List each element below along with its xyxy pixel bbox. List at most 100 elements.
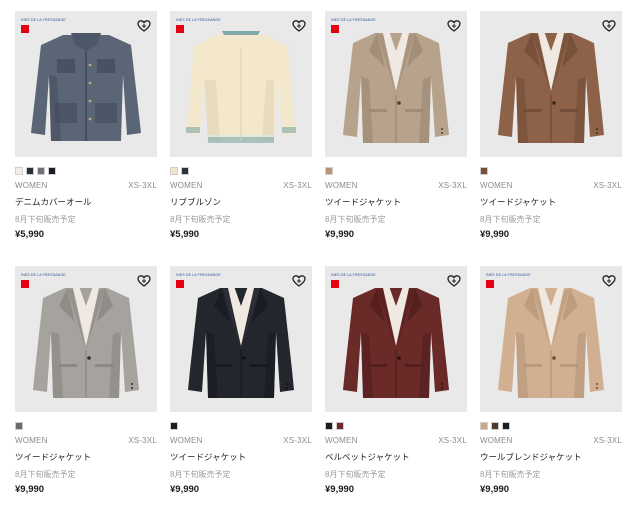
product-card[interactable]: INES DE LA FRESSANGE WOMEN XS-3XL ツイードジャケット…: [325, 11, 467, 257]
size-range: XS-3XL: [593, 436, 622, 445]
gender-label: WOMEN: [170, 181, 203, 190]
product-photo[interactable]: INES DE LA FRESSANGE: [170, 11, 312, 157]
color-swatch-list: [170, 422, 178, 430]
product-card[interactable]: INES DE LA FRESSANGE WOMEN XS-3XL ベルベットジャケッ…: [325, 266, 467, 512]
color-swatch[interactable]: [37, 167, 45, 175]
collab-brand-text: INES DE LA FRESSANGE: [331, 18, 376, 22]
product-card[interactable]: INES DE LA FRESSANGE WOMEN XS-3XL リブブルゾン 8月下…: [170, 11, 312, 257]
color-swatch[interactable]: [15, 167, 23, 175]
availability-note: 8月下旬販売予定: [480, 470, 541, 479]
color-swatch[interactable]: [170, 422, 178, 430]
uniqlo-logo-icon: [21, 25, 29, 33]
availability-note: 8月下旬販売予定: [325, 470, 386, 479]
heart-icon[interactable]: [447, 274, 461, 288]
collab-brand-text: INES DE LA FRESSANGE: [486, 273, 531, 277]
collab-logo-badge: INES DE LA FRESSANGE: [486, 273, 531, 289]
product-photo[interactable]: INES DE LA FRESSANGE: [15, 11, 157, 157]
product-photo[interactable]: INES DE LA FRESSANGE: [325, 11, 467, 157]
uniqlo-logo-icon: [486, 280, 494, 288]
availability-note: 8月下旬販売予定: [170, 215, 231, 224]
product-image[interactable]: [480, 11, 622, 157]
color-swatch[interactable]: [26, 167, 34, 175]
color-swatch[interactable]: [325, 422, 333, 430]
gender-label: WOMEN: [325, 181, 358, 190]
size-range: XS-3XL: [593, 181, 622, 190]
product-photo[interactable]: INES DE LA FRESSANGE: [170, 266, 312, 412]
collab-logo-badge: INES DE LA FRESSANGE: [331, 273, 376, 289]
color-swatch-list: [325, 167, 333, 175]
color-swatch-list: [480, 422, 510, 430]
gender-label: WOMEN: [15, 181, 48, 190]
uniqlo-logo-icon: [21, 280, 29, 288]
availability-note: 8月下旬販売予定: [170, 470, 231, 479]
color-swatch[interactable]: [15, 422, 23, 430]
product-card[interactable]: INES DE LA FRESSANGE WOMEN XS-3XL ツイードジャケット…: [15, 266, 157, 512]
heart-icon[interactable]: [602, 274, 616, 288]
product-grid: INES DE LA FRESSANGE WOMEN XS-3XL デニムカバーオール…: [15, 11, 622, 512]
heart-icon[interactable]: [292, 274, 306, 288]
product-price: ¥9,990: [325, 484, 355, 495]
size-range: XS-3XL: [128, 436, 157, 445]
collab-logo-badge: INES DE LA FRESSANGE: [331, 18, 376, 34]
uniqlo-logo-icon: [176, 280, 184, 288]
collab-logo-badge: INES DE LA FRESSANGE: [176, 273, 221, 289]
collab-brand-text: INES DE LA FRESSANGE: [21, 273, 66, 277]
color-swatch[interactable]: [325, 167, 333, 175]
product-name: リブブルゾン: [170, 197, 222, 207]
color-swatch-list: [480, 167, 488, 175]
product-card[interactable]: INES DE LA FRESSANGE WOMEN XS-3XL デニムカバーオール…: [15, 11, 157, 257]
size-range: XS-3XL: [283, 436, 312, 445]
gender-label: WOMEN: [15, 436, 48, 445]
heart-icon[interactable]: [292, 19, 306, 33]
product-price: ¥9,990: [480, 484, 510, 495]
availability-note: 8月下旬販売予定: [15, 470, 76, 479]
color-swatch[interactable]: [480, 422, 488, 430]
product-price: ¥5,990: [170, 229, 200, 240]
product-card[interactable]: WOMEN XS-3XL ツイードジャケット 8月下旬販売予定 ¥9,990: [480, 11, 622, 257]
availability-note: 8月下旬販売予定: [480, 215, 541, 224]
uniqlo-logo-icon: [331, 25, 339, 33]
product-photo[interactable]: [480, 11, 622, 157]
color-swatch[interactable]: [480, 167, 488, 175]
product-photo[interactable]: INES DE LA FRESSANGE: [325, 266, 467, 412]
availability-note: 8月下旬販売予定: [15, 215, 76, 224]
color-swatch-list: [170, 167, 189, 175]
collab-logo-badge: INES DE LA FRESSANGE: [21, 18, 66, 34]
product-price: ¥5,990: [15, 229, 45, 240]
product-name: ウールブレンドジャケット: [480, 452, 582, 462]
color-swatch[interactable]: [491, 422, 499, 430]
heart-icon[interactable]: [137, 274, 151, 288]
product-name: ツイードジャケット: [480, 197, 557, 207]
product-photo[interactable]: INES DE LA FRESSANGE: [480, 266, 622, 412]
gender-label: WOMEN: [480, 181, 513, 190]
size-range: XS-3XL: [128, 181, 157, 190]
heart-icon[interactable]: [137, 19, 151, 33]
product-price: ¥9,990: [170, 484, 200, 495]
color-swatch[interactable]: [502, 422, 510, 430]
collab-brand-text: INES DE LA FRESSANGE: [176, 18, 221, 22]
color-swatch[interactable]: [181, 167, 189, 175]
uniqlo-logo-icon: [331, 280, 339, 288]
heart-icon[interactable]: [602, 19, 616, 33]
collab-brand-text: INES DE LA FRESSANGE: [331, 273, 376, 277]
product-price: ¥9,990: [15, 484, 45, 495]
product-name: デニムカバーオール: [15, 197, 92, 207]
product-card[interactable]: INES DE LA FRESSANGE WOMEN XS-3XL ウールブレンドジャ…: [480, 266, 622, 512]
product-price: ¥9,990: [325, 229, 355, 240]
product-card[interactable]: INES DE LA FRESSANGE WOMEN XS-3XL ツイードジャケット…: [170, 266, 312, 512]
color-swatch-list: [15, 422, 23, 430]
collab-logo-badge: INES DE LA FRESSANGE: [21, 273, 66, 289]
color-swatch[interactable]: [336, 422, 344, 430]
product-name: ツイードジャケット: [170, 452, 247, 462]
heart-icon[interactable]: [447, 19, 461, 33]
collab-brand-text: INES DE LA FRESSANGE: [176, 273, 221, 277]
product-name: ツイードジャケット: [15, 452, 92, 462]
gender-label: WOMEN: [170, 436, 203, 445]
collab-brand-text: INES DE LA FRESSANGE: [21, 18, 66, 22]
product-photo[interactable]: INES DE LA FRESSANGE: [15, 266, 157, 412]
availability-note: 8月下旬販売予定: [325, 215, 386, 224]
product-name: ツイードジャケット: [325, 197, 402, 207]
color-swatch[interactable]: [48, 167, 56, 175]
color-swatch-list: [325, 422, 344, 430]
color-swatch[interactable]: [170, 167, 178, 175]
